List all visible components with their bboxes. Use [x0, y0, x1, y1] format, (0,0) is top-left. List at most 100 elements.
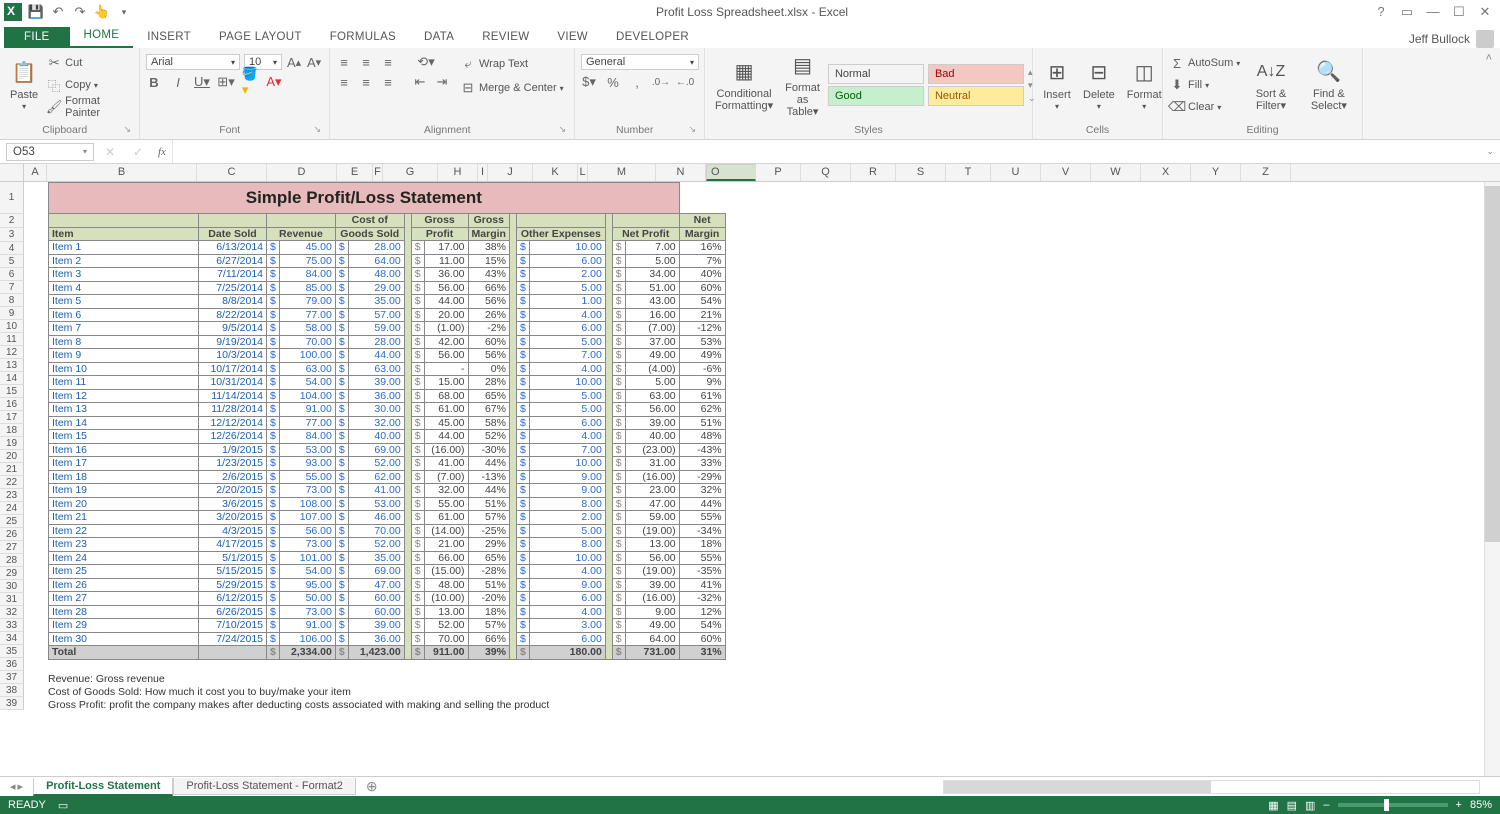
- font-name-select[interactable]: Arial▾: [146, 54, 240, 70]
- italic-button[interactable]: I: [170, 74, 186, 90]
- row-header-6[interactable]: 6: [0, 268, 24, 281]
- col-header-U[interactable]: U: [991, 164, 1041, 181]
- table-row[interactable]: Item 4 7/25/2014 $85.00 $29.00 $56.00 66…: [49, 281, 726, 295]
- style-good[interactable]: Good: [828, 86, 924, 106]
- row-header-19[interactable]: 19: [0, 437, 24, 450]
- table-row[interactable]: Item 12 11/14/2014 $104.00 $36.00 $68.00…: [49, 389, 726, 403]
- col-header-S[interactable]: S: [896, 164, 946, 181]
- row-header-25[interactable]: 25: [0, 515, 24, 528]
- tab-review[interactable]: REVIEW: [468, 27, 543, 48]
- col-header-T[interactable]: T: [946, 164, 991, 181]
- name-box[interactable]: O53▾: [6, 143, 94, 161]
- align-center-icon[interactable]: ≡: [358, 74, 374, 90]
- decrease-decimal-icon[interactable]: ←.0: [677, 74, 693, 90]
- table-row[interactable]: Item 27 6/12/2015 $50.00 $60.00 $(10.00)…: [49, 592, 726, 606]
- sheet-tab-other[interactable]: Profit-Loss Statement - Format2: [173, 778, 356, 795]
- col-header-N[interactable]: N: [656, 164, 706, 181]
- table-row[interactable]: Item 10 10/17/2014 $63.00 $63.00 $- 0% $…: [49, 362, 726, 376]
- row-header-11[interactable]: 11: [0, 333, 24, 346]
- style-neutral[interactable]: Neutral: [928, 86, 1024, 106]
- copy-button[interactable]: ⿻Copy▾: [46, 75, 133, 95]
- cancel-formula-icon[interactable]: ✕: [96, 145, 124, 159]
- minimize-icon[interactable]: —: [1424, 4, 1442, 20]
- delete-button[interactable]: ⊟Delete▾: [1079, 57, 1119, 114]
- row-header-27[interactable]: 27: [0, 541, 24, 554]
- maximize-icon[interactable]: ☐: [1450, 4, 1468, 20]
- border-button[interactable]: ⊞▾: [218, 74, 234, 90]
- row-header-21[interactable]: 21: [0, 463, 24, 476]
- fx-icon[interactable]: fx: [152, 146, 172, 158]
- tab-insert[interactable]: INSERT: [133, 27, 205, 48]
- increase-font-icon[interactable]: A▴: [286, 54, 302, 70]
- sheet-nav-first-icon[interactable]: ◂: [10, 780, 16, 793]
- style-normal[interactable]: Normal: [828, 64, 924, 84]
- font-launcher-icon[interactable]: ↘: [313, 124, 321, 135]
- row-header-22[interactable]: 22: [0, 476, 24, 489]
- format-painter-button[interactable]: 🖌Format Painter: [46, 97, 133, 117]
- increase-decimal-icon[interactable]: .0→: [653, 74, 669, 90]
- row-header-32[interactable]: 32: [0, 606, 24, 619]
- row-header-24[interactable]: 24: [0, 502, 24, 515]
- align-bottom-icon[interactable]: ≡: [380, 54, 396, 70]
- table-row[interactable]: Item 13 11/28/2014 $91.00 $30.00 $61.00 …: [49, 403, 726, 417]
- row-header-31[interactable]: 31: [0, 593, 24, 606]
- table-row[interactable]: Item 24 5/1/2015 $101.00 $35.00 $66.00 6…: [49, 551, 726, 565]
- row-header-30[interactable]: 30: [0, 580, 24, 593]
- expand-formula-icon[interactable]: ⌄: [1480, 146, 1500, 157]
- col-header-X[interactable]: X: [1141, 164, 1191, 181]
- ribbon-options-icon[interactable]: ▭: [1398, 4, 1416, 20]
- col-header-C[interactable]: C: [197, 164, 267, 181]
- table-row[interactable]: Item 1 6/13/2014 $45.00 $28.00 $17.00 38…: [49, 241, 726, 255]
- zoom-out-icon[interactable]: –: [1323, 799, 1329, 811]
- table-row[interactable]: Item 9 10/3/2014 $100.00 $44.00 $56.00 5…: [49, 349, 726, 363]
- collapse-ribbon-icon[interactable]: ˄: [1478, 48, 1500, 139]
- paste-button[interactable]: 📋 Paste▾: [6, 57, 42, 114]
- alignment-launcher-icon[interactable]: ↘: [558, 124, 566, 135]
- decrease-font-icon[interactable]: A▾: [306, 54, 322, 70]
- col-header-J[interactable]: J: [488, 164, 533, 181]
- row-header-37[interactable]: 37: [0, 671, 24, 684]
- col-header-I[interactable]: I: [478, 164, 488, 181]
- format-as-table-button[interactable]: ▤Format as Table▾: [781, 50, 824, 120]
- undo-icon[interactable]: ↶: [50, 4, 66, 20]
- sort-filter-button[interactable]: A↓ZSort & Filter▾: [1246, 56, 1295, 114]
- clipboard-launcher-icon[interactable]: ↘: [123, 124, 131, 135]
- align-left-icon[interactable]: ≡: [336, 74, 352, 90]
- comma-icon[interactable]: ,: [629, 74, 645, 90]
- row-header-28[interactable]: 28: [0, 554, 24, 567]
- zoom-in-icon[interactable]: +: [1456, 799, 1462, 811]
- view-layout-icon[interactable]: ▤: [1287, 799, 1297, 812]
- row-header-5[interactable]: 5: [0, 255, 24, 268]
- table-row[interactable]: Item 15 12/26/2014 $84.00 $40.00 $44.00 …: [49, 430, 726, 444]
- cut-button[interactable]: ✂Cut: [46, 53, 133, 73]
- table-row[interactable]: Item 6 8/22/2014 $77.00 $57.00 $20.00 26…: [49, 308, 726, 322]
- tab-formulas[interactable]: FORMULAS: [316, 27, 410, 48]
- zoom-slider[interactable]: [1338, 803, 1448, 807]
- touch-icon[interactable]: 👆: [94, 4, 110, 20]
- row-header-8[interactable]: 8: [0, 294, 24, 307]
- row-header-14[interactable]: 14: [0, 372, 24, 385]
- tab-home[interactable]: HOME: [70, 25, 134, 48]
- table-row[interactable]: Item 5 8/8/2014 $79.00 $35.00 $44.00 56%…: [49, 295, 726, 309]
- increase-indent-icon[interactable]: ⇥: [434, 74, 450, 90]
- underline-button[interactable]: U▾: [194, 74, 210, 90]
- clear-button[interactable]: ⌫Clear▾: [1169, 97, 1240, 117]
- user-avatar-icon[interactable]: [1476, 30, 1494, 48]
- col-header-L[interactable]: L: [578, 164, 588, 181]
- row-header-26[interactable]: 26: [0, 528, 24, 541]
- save-icon[interactable]: 💾: [28, 4, 44, 20]
- decrease-indent-icon[interactable]: ⇤: [412, 74, 428, 90]
- add-sheet-icon[interactable]: ⊕: [356, 778, 388, 795]
- row-header-9[interactable]: 9: [0, 307, 24, 320]
- col-header-O[interactable]: O: [706, 164, 756, 181]
- row-header-34[interactable]: 34: [0, 632, 24, 645]
- col-header-W[interactable]: W: [1091, 164, 1141, 181]
- row-header-35[interactable]: 35: [0, 645, 24, 658]
- table-row[interactable]: Item 23 4/17/2015 $73.00 $52.00 $21.00 2…: [49, 538, 726, 552]
- macro-record-icon[interactable]: ▭: [58, 799, 68, 812]
- col-header-F[interactable]: F: [373, 164, 383, 181]
- row-header-33[interactable]: 33: [0, 619, 24, 632]
- sheet-nav-last-icon[interactable]: ▸: [18, 780, 24, 793]
- align-top-icon[interactable]: ≡: [336, 54, 352, 70]
- col-header-B[interactable]: B: [47, 164, 197, 181]
